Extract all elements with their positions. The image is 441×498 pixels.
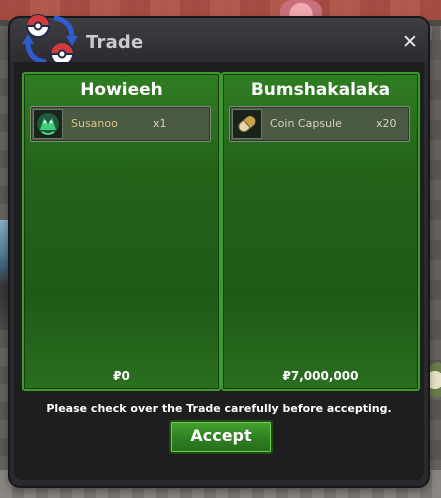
susanoo-icon — [33, 109, 63, 139]
pokemon-sprite — [426, 362, 441, 398]
left-money-offer: ₽0 — [113, 369, 130, 383]
left-trader-panel: Howieeh Susanoo x1 ₽0 — [22, 72, 221, 391]
accept-button[interactable]: Accept — [169, 420, 273, 454]
trade-window: Trade ✕ Howieeh Susanoo x1 ₽0 Bumshakala… — [10, 14, 428, 486]
trade-warning-text: Please check over the Trade carefully be… — [46, 402, 392, 415]
window-title: Trade — [86, 32, 144, 53]
left-item-quantity: x1 — [153, 117, 167, 130]
right-trader-panel: Bumshakalaka Coin Capsule x20 ₽7,000,000 — [221, 72, 420, 391]
left-item-slot[interactable]: Susanoo x1 — [30, 106, 211, 142]
title-bar[interactable]: Trade ✕ — [10, 14, 428, 66]
left-trader-name: Howieeh — [80, 80, 163, 100]
close-button[interactable]: ✕ — [400, 32, 420, 52]
right-item-name: Coin Capsule — [270, 117, 342, 130]
right-money-offer: ₽7,000,000 — [282, 369, 359, 383]
right-trader-name: Bumshakalaka — [250, 80, 391, 100]
trade-body: Howieeh Susanoo x1 ₽0 Bumshakalaka Coin … — [14, 62, 424, 480]
coin-capsule-icon — [232, 109, 262, 139]
right-item-quantity: x20 — [376, 117, 397, 130]
left-item-name: Susanoo — [71, 117, 118, 130]
right-item-slot[interactable]: Coin Capsule x20 — [229, 106, 410, 142]
